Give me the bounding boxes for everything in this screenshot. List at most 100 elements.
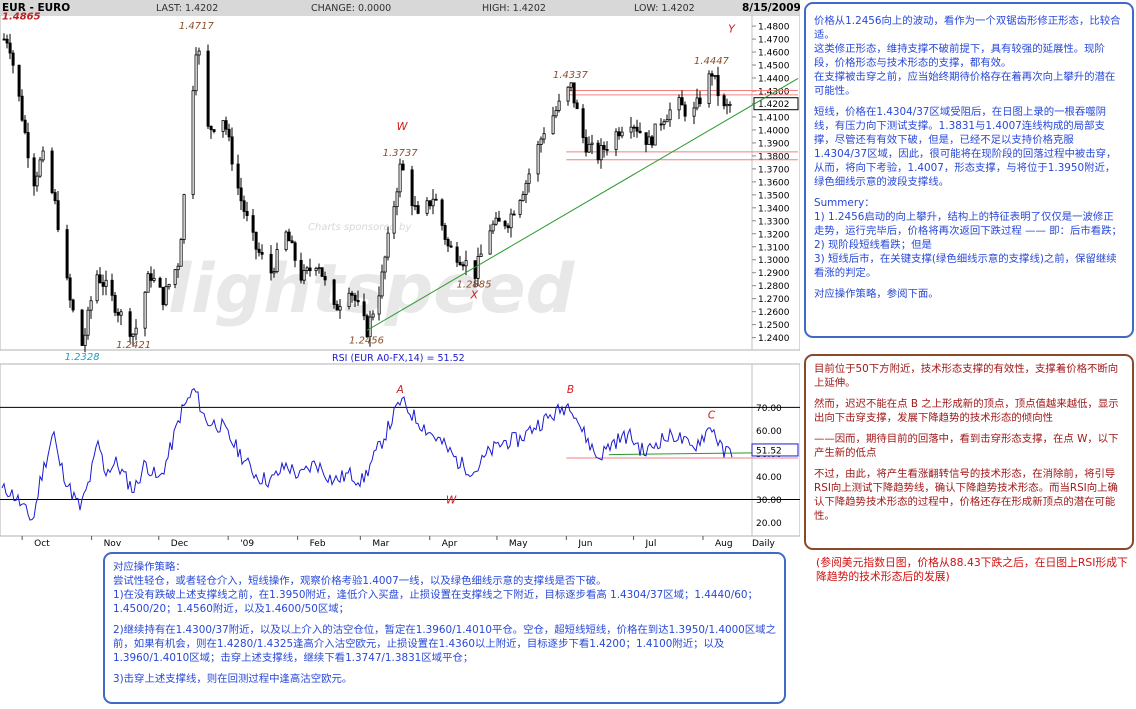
candle-body <box>503 220 507 227</box>
chart-panel: EUR - EURO LAST: 1.4202 CHANGE: 0.0000 H… <box>0 0 801 552</box>
candle-body <box>512 213 516 216</box>
candle-body <box>716 75 720 97</box>
candle-body <box>8 42 12 54</box>
price-tick-label: 1.3100 <box>758 243 790 253</box>
candle-body <box>647 136 651 145</box>
candle-body <box>242 200 246 212</box>
candle-body <box>449 245 453 248</box>
candle-body <box>590 142 594 145</box>
candle-body <box>98 274 102 283</box>
candle-body <box>488 230 492 255</box>
candle-body <box>491 223 495 232</box>
candle-body <box>50 150 54 193</box>
candle-body <box>116 311 120 316</box>
price-tick-label: 1.2800 <box>758 282 790 292</box>
candle-body <box>620 131 624 137</box>
candle-body <box>239 187 243 202</box>
candle-body <box>668 109 672 121</box>
chart-change: CHANGE: 0.0000 <box>311 3 391 14</box>
price-tick-label: 1.4100 <box>758 113 790 123</box>
candle-body <box>335 304 339 311</box>
analysis-text: 价格从1.2456向上的波动，看作为一个双锯齿形修正形态，比较合适。 这类修正形态… <box>814 14 1124 301</box>
candle-body <box>11 52 15 66</box>
candle-body <box>581 108 585 138</box>
candle-body <box>167 284 171 288</box>
candle-body <box>413 205 417 207</box>
wave-label: W <box>397 120 409 133</box>
candle-body <box>683 104 687 117</box>
candle-body <box>191 90 195 196</box>
rsi-analysis-box: 目前位于50下方附近，技术形态支撑的有效性，支撑着价格不断向上延伸。 然而，迟迟不… <box>804 354 1134 550</box>
candle-body <box>713 75 717 77</box>
candle-body <box>17 64 21 97</box>
price-annotation: 1.4717 <box>179 21 215 32</box>
candle-body <box>113 294 117 313</box>
x-axis-label: Jun <box>577 539 592 549</box>
chart-last: LAST: 1.4202 <box>156 3 218 14</box>
price-annotation: 1.4337 <box>553 70 589 81</box>
candle-body <box>287 231 291 242</box>
candle-body <box>119 311 123 316</box>
price-tick-label: 1.2700 <box>758 295 790 305</box>
price-tick-label: 1.2400 <box>758 334 790 344</box>
candle-body <box>446 239 450 247</box>
candle-body <box>569 82 573 88</box>
brown-box-paragraph: 不过，由此，将产生看涨翻转信号的技术形态，在消除前，将引导RSI向上测试下降趋势… <box>814 468 1118 522</box>
candle-body <box>371 313 375 318</box>
candle-body <box>458 261 462 266</box>
candle-body <box>476 256 480 279</box>
candle-body <box>614 131 618 150</box>
price-annotation: 1.4865 <box>2 12 41 23</box>
candle-body <box>101 282 105 287</box>
candle-body <box>83 334 87 346</box>
candle-body <box>695 97 699 109</box>
price-annotation: 1.3737 <box>383 148 419 159</box>
rsi-wave-label: A <box>396 384 404 396</box>
x-axis: Oct Nov Dec '09 Feb Mar Apr May Jun Jul Aug Daily <box>21 536 775 549</box>
candle-body <box>20 95 24 121</box>
x-axis-label: Daily <box>752 539 775 549</box>
candle-body <box>554 109 558 117</box>
bottom-box-paragraph: 3)击穿上述支撑线，则在回测过程中逢高沽空欧元。 <box>113 673 353 685</box>
candle-body <box>164 286 168 306</box>
candle-body <box>272 271 276 274</box>
candle-body <box>518 200 522 215</box>
candle-body <box>146 273 150 293</box>
bottom-box-paragraph: 2)继续持有在1.4300/37附近，以及以上介入的沽空仓位，暂定在1.3960… <box>113 624 776 664</box>
candle-body <box>473 260 477 279</box>
rsi-wave-label: C <box>708 409 716 421</box>
candle-body <box>32 157 36 187</box>
candle-body <box>635 126 639 132</box>
price-tick-label: 1.2900 <box>758 269 790 279</box>
rsi-current-value: 51.52 <box>756 446 782 456</box>
candle-body <box>275 249 279 273</box>
candle-body <box>353 294 357 301</box>
candle-body <box>557 100 561 111</box>
candle-body <box>653 123 657 146</box>
rsi-tick-label: 40.00 <box>756 473 782 483</box>
chart-high: HIGH: 1.4202 <box>482 3 546 14</box>
strategy-text: 对应操作策略： 尝试性轻仓，或者轻仓介入，短线操作，观察价格考验1.4007一线，… <box>113 560 776 686</box>
candle-body <box>539 138 543 145</box>
candle-body <box>605 149 609 151</box>
right-box-paragraph: 在支撑被击穿之前，应当始终期待价格存在着再次向上攀升的潜在可能性。 <box>814 71 1116 97</box>
right-box-paragraph: 2) 现阶段短线看跌；但是 <box>814 239 932 251</box>
candle-body <box>179 239 183 267</box>
candle-body <box>722 95 726 107</box>
candle-body <box>461 264 465 267</box>
candle-body <box>212 129 216 132</box>
x-axis-label: Oct <box>34 539 50 549</box>
price-annotation: 1.2456 <box>349 335 384 346</box>
brown-box-paragraph: 然而，迟迟不能在点 B 之上形成新的顶点，顶点值越来越低，显示出向下击穿支撑，发… <box>814 398 1119 424</box>
candle-body <box>71 299 75 311</box>
rsi-tick-label: 30.00 <box>756 496 782 506</box>
x-axis-label: Dec <box>171 539 188 549</box>
candle-body <box>317 267 321 270</box>
candle-body <box>725 103 729 107</box>
candle-body <box>650 136 654 146</box>
